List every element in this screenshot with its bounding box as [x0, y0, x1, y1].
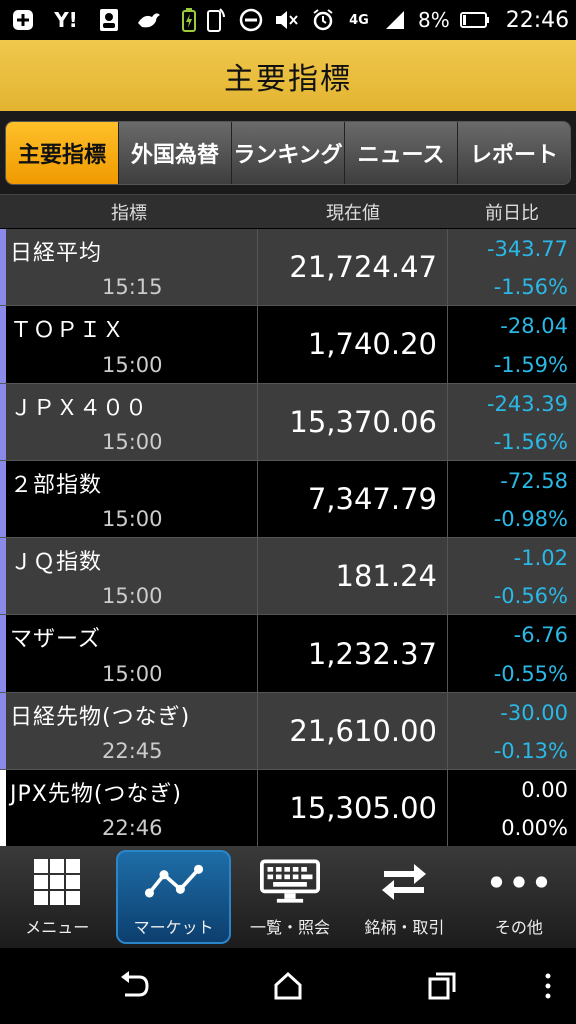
index-time: 15:00	[102, 661, 163, 686]
add-box-icon	[10, 7, 36, 33]
index-name: ＴＯＰＩＸ	[10, 318, 126, 344]
battery-saver-icon	[176, 7, 202, 33]
index-name: ＪＰＸ４００	[10, 395, 149, 421]
index-change: -1.02	[513, 546, 568, 571]
index-value: 7,347.79	[258, 460, 448, 538]
column-name-header: 指標	[111, 202, 147, 224]
index-change-pct: -1.59%	[493, 352, 568, 377]
line-chart-icon	[144, 854, 204, 910]
swap-arrows-icon	[374, 854, 434, 910]
tab-main-indices[interactable]: 主要指標	[6, 122, 119, 184]
tab-ranking[interactable]: ランキング	[232, 122, 345, 184]
nav-market-label: マーケット	[133, 918, 214, 937]
home-icon[interactable]	[270, 968, 306, 1004]
index-change-pct: -0.13%	[493, 739, 568, 764]
contacts-icon	[96, 7, 122, 33]
nav-other[interactable]: その他	[462, 846, 576, 948]
index-change: -343.77	[486, 237, 568, 261]
tab-news[interactable]: ニュース	[345, 122, 458, 184]
index-time: 15:00	[102, 584, 163, 609]
index-value: 15,370.06	[258, 383, 448, 460]
index-time: 15:00	[102, 429, 163, 454]
column-value-header: 現在値	[326, 202, 380, 224]
nav-other-label: その他	[494, 918, 543, 937]
nav-list-inquiry-label: 一覧・照会	[250, 918, 331, 937]
index-value: 15,305.00	[258, 770, 448, 846]
system-nav-bar	[0, 948, 576, 1024]
index-change: -30.00	[500, 700, 568, 725]
index-time: 22:45	[102, 739, 163, 764]
mute-icon	[274, 7, 300, 33]
network-type-icon: 4G	[349, 12, 369, 28]
table-row[interactable]: マザーズ 15:00 1,232.37 -6.76 -0.55%	[0, 615, 576, 693]
status-bar: Y! 4G 8% 22:46	[0, 0, 576, 40]
more-dots-icon	[489, 854, 549, 910]
tab-forex[interactable]: 外国為替	[119, 122, 232, 184]
index-value: 1,740.20	[258, 306, 448, 383]
index-name: 日経先物(つなぎ)	[10, 704, 191, 730]
recent-apps-icon[interactable]	[424, 968, 460, 1004]
index-name: ２部指数	[10, 472, 103, 498]
column-header: 指標 現在値 前日比	[0, 194, 576, 228]
index-change: 0.00	[521, 778, 568, 803]
nav-market[interactable]: マーケット	[116, 850, 231, 944]
index-time: 15:00	[102, 507, 163, 532]
bird-icon	[136, 7, 162, 33]
phone-signal-icon	[202, 7, 228, 33]
index-value: 21,724.47	[258, 229, 448, 306]
index-change: -72.58	[500, 468, 568, 493]
index-value: 1,232.37	[258, 615, 448, 692]
nav-stock-trade[interactable]: 銘柄・取引	[347, 846, 461, 948]
index-change-pct: -0.56%	[493, 584, 568, 609]
index-change: -6.76	[513, 623, 568, 648]
nav-menu-label: メニュー	[25, 918, 90, 937]
index-time: 15:00	[102, 352, 163, 377]
index-change-pct: -1.56%	[493, 429, 568, 454]
page-title: 主要指標	[224, 61, 352, 97]
overflow-menu-icon[interactable]	[530, 968, 566, 1004]
yahoo-icon: Y!	[54, 8, 78, 32]
index-change-pct: -0.55%	[493, 661, 568, 686]
index-name: 日経平均	[10, 241, 103, 266]
table-row[interactable]: 日経平均 15:15 21,724.47 -343.77 -1.56%	[0, 229, 576, 307]
index-change-pct: 0.00%	[501, 816, 568, 841]
index-name: JPX先物(つなぎ)	[10, 782, 182, 808]
index-list: 日経平均 15:15 21,724.47 -343.77 -1.56% ＴＯＰＩＸ 1…	[0, 229, 576, 846]
index-change-pct: -0.98%	[493, 507, 568, 532]
battery-percent: 8%	[418, 8, 450, 32]
back-icon[interactable]	[116, 968, 152, 1004]
battery-icon	[459, 7, 490, 33]
do-not-disturb-icon	[238, 7, 264, 33]
clock: 22:46	[505, 7, 570, 33]
signal-icon	[382, 7, 408, 33]
column-change-header: 前日比	[485, 202, 539, 224]
grid-icon	[27, 854, 87, 910]
index-value: 21,610.00	[258, 692, 448, 770]
bottom-nav: メニュー マーケット 一覧・照会 銘柄・取引 その他	[0, 846, 576, 948]
index-change-pct: -1.56%	[493, 275, 568, 300]
tab-report[interactable]: レポート	[458, 122, 570, 184]
table-row[interactable]: ２部指数 15:00 7,347.79 -72.58 -0.98%	[0, 460, 576, 539]
table-row[interactable]: 日経先物(つなぎ) 22:45 21,610.00 -30.00 -0.13%	[0, 692, 576, 771]
index-value: 181.24	[258, 538, 448, 615]
table-row[interactable]: JPX先物(つなぎ) 22:46 15,305.00 0.00 0.00%	[0, 770, 576, 846]
index-change: -28.04	[500, 314, 568, 339]
nav-list-inquiry[interactable]: 一覧・照会	[233, 846, 347, 948]
index-time: 22:46	[102, 816, 163, 841]
table-row[interactable]: ＪＰＸ４００ 15:00 15,370.06 -243.39 -1.56%	[0, 383, 576, 461]
alarm-icon	[310, 7, 336, 33]
keyboard-monitor-icon	[260, 854, 321, 910]
index-name: ＪＱ指数	[10, 550, 103, 576]
title-bar: 主要指標	[0, 40, 576, 111]
nav-menu[interactable]: メニュー	[0, 846, 114, 948]
index-time: 15:15	[102, 275, 163, 300]
index-name: マザーズ	[10, 627, 101, 653]
index-change: -243.39	[486, 391, 568, 416]
table-row[interactable]: ＴＯＰＩＸ 15:00 1,740.20 -28.04 -1.59%	[0, 306, 576, 384]
tab-bar: 主要指標 外国為替 ランキング ニュース レポート	[0, 111, 576, 194]
table-row[interactable]: ＪＱ指数 15:00 181.24 -1.02 -0.56%	[0, 538, 576, 616]
nav-stock-trade-label: 銘柄・取引	[364, 918, 445, 937]
